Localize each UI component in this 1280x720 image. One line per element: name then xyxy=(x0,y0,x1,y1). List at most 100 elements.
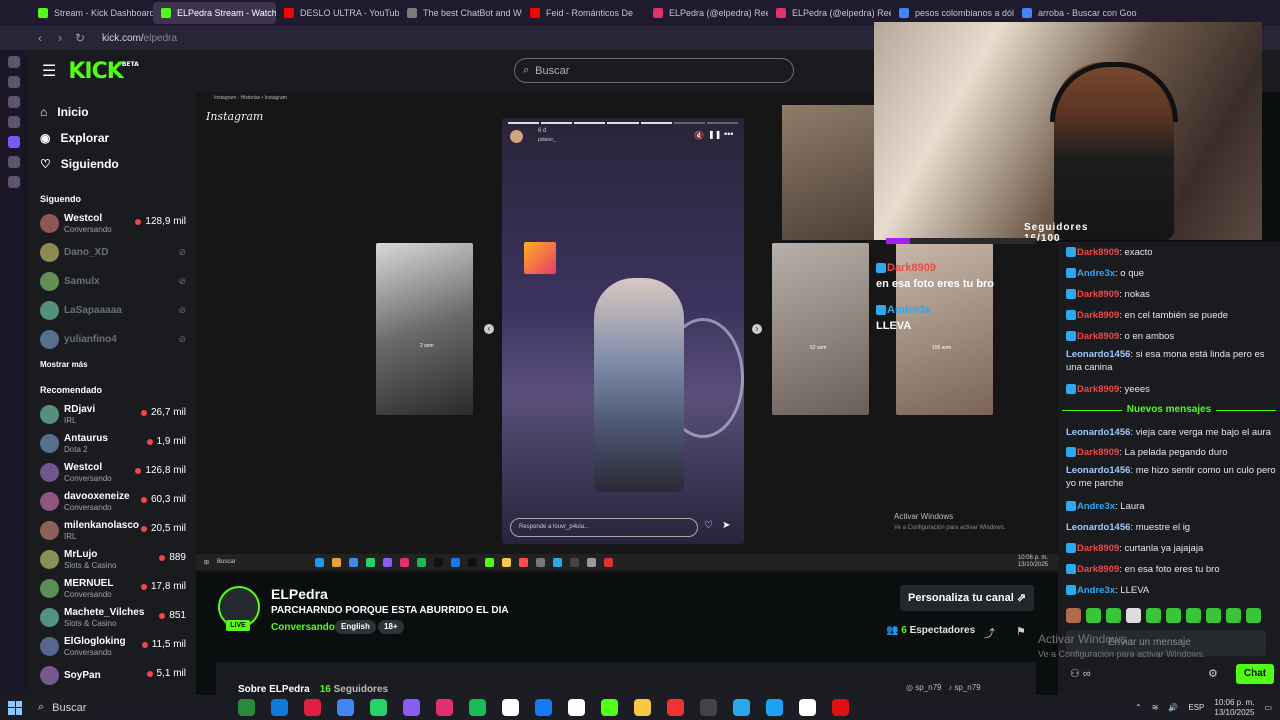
channel-item[interactable]: LaSapaaaaa ⊘ xyxy=(28,296,196,325)
customize-channel-button[interactable]: Personaliza tu canal ⇗ xyxy=(900,585,1034,611)
forward-icon[interactable]: › xyxy=(50,31,70,45)
taskbar-app-icon[interactable] xyxy=(535,699,552,716)
browser-tab[interactable]: Feid - Románticos De xyxy=(522,2,645,24)
emote-icon[interactable] xyxy=(1226,608,1241,623)
channel-item[interactable]: Westcol Conversando 128,9 mil xyxy=(28,209,196,238)
browser-tab[interactable]: DESLO ULTRA - YouTube xyxy=(276,2,399,24)
emote-icon[interactable] xyxy=(1086,608,1101,623)
taskbar-app-icon[interactable] xyxy=(700,699,717,716)
taskbar-app-icon[interactable] xyxy=(634,699,651,716)
app-icon[interactable] xyxy=(434,557,444,567)
age-tag[interactable]: 18+ xyxy=(378,620,404,634)
app-icon[interactable] xyxy=(519,557,529,567)
channel-item[interactable]: RDjavi IRL 26,7 mil xyxy=(28,400,196,429)
browser-tab[interactable]: The best ChatBot and Website xyxy=(399,2,522,24)
app-icon[interactable] xyxy=(400,557,410,567)
language-indicator[interactable]: ESP xyxy=(1188,703,1204,712)
emote-icon[interactable] xyxy=(1126,608,1141,623)
channel-item[interactable]: SoyPan 5,1 mil xyxy=(28,661,196,690)
browser-tab[interactable]: ELPedra (@elpedra) Reels xyxy=(768,2,891,24)
mute-icon[interactable]: 🔇 xyxy=(694,131,704,140)
chat-send-button[interactable]: Chat xyxy=(1236,664,1274,684)
channel-item[interactable]: yulianfino4 ⊘ xyxy=(28,325,196,354)
channel-item[interactable]: milenkanolasco IRL 20,5 mil xyxy=(28,516,196,545)
taskbar-app-icon[interactable] xyxy=(667,699,684,716)
social-tiktok[interactable]: sp_n79 xyxy=(954,683,980,692)
taskbar-app-icon[interactable] xyxy=(403,699,420,716)
app-icon[interactable] xyxy=(570,557,580,567)
emote-icon[interactable] xyxy=(1166,608,1181,623)
panel-icon[interactable] xyxy=(8,136,20,148)
menu-icon[interactable]: ☰ xyxy=(42,61,56,81)
taskbar-app-icon[interactable] xyxy=(502,699,519,716)
chat-username[interactable]: Dark8909 xyxy=(1077,564,1119,575)
browser-tab[interactable]: arroba - Buscar con Google xyxy=(1014,2,1137,24)
emote-icon[interactable] xyxy=(1106,608,1121,623)
channel-item[interactable]: MERNUEL Conversando 17,8 mil xyxy=(28,574,196,603)
chat-username[interactable]: Leonardo1456 xyxy=(1066,427,1130,438)
more-icon[interactable]: ••• xyxy=(724,129,733,139)
channel-item[interactable]: MrLujo Slots & Casino 889 xyxy=(28,545,196,574)
nav-inicio[interactable]: ⌂ Inicio xyxy=(28,99,196,125)
chat-username[interactable]: Andre3x xyxy=(1077,585,1115,596)
taskbar-app-icon[interactable] xyxy=(436,699,453,716)
chat-username[interactable]: Leonardo1456 xyxy=(1066,465,1130,476)
app-icon[interactable] xyxy=(366,557,376,567)
taskbar-app-icon[interactable] xyxy=(271,699,288,716)
volume-icon[interactable]: 🔊 xyxy=(1168,703,1178,712)
pause-icon[interactable]: ❚❚ xyxy=(708,130,721,139)
taskbar-app-icon[interactable] xyxy=(832,699,849,716)
notification-icon[interactable]: ▭ xyxy=(1264,703,1272,712)
taskbar-app-icon[interactable] xyxy=(799,699,816,716)
video-player[interactable]: Instagram - Historias • Instagram Instag… xyxy=(196,22,1262,572)
chevron-up-icon[interactable]: ⌃ xyxy=(1135,703,1142,712)
channel-item[interactable]: Dano_XD ⊘ xyxy=(28,238,196,267)
story-reply-input[interactable]: Responde a louvr_p4ula... xyxy=(510,518,698,537)
taskbar-app-icon[interactable] xyxy=(733,699,750,716)
taskbar-app-icon[interactable] xyxy=(304,699,321,716)
browser-tab[interactable]: ELPedra Stream - Watch Live xyxy=(153,2,276,24)
social-links[interactable]: ◎ sp_n79 ♪ sp_n79 xyxy=(906,683,981,692)
reload-icon[interactable]: ↻ xyxy=(70,31,90,45)
app-icon[interactable] xyxy=(604,557,614,567)
follow-icon[interactable]: ⚑ xyxy=(1016,625,1026,638)
channel-item[interactable]: davooxeneize Conversando 60,3 mil xyxy=(28,487,196,516)
send-icon[interactable]: ➤ xyxy=(722,520,730,531)
nav-explorar[interactable]: ◉ Explorar xyxy=(28,125,196,151)
emote-icon[interactable] xyxy=(1066,608,1081,623)
start-icon[interactable] xyxy=(8,700,22,715)
panel-icon[interactable] xyxy=(8,176,20,188)
gear-icon[interactable]: ⚙ xyxy=(1208,667,1218,680)
channel-item[interactable]: Antaurus Dota 2 1,9 mil xyxy=(28,429,196,458)
share-icon[interactable]: ⤴ xyxy=(984,625,995,641)
address-bar[interactable]: kick.com/elpedra xyxy=(102,33,177,44)
emote-icon[interactable] xyxy=(1146,608,1161,623)
app-icon[interactable] xyxy=(451,557,461,567)
taskbar-app-icon[interactable] xyxy=(238,699,255,716)
taskbar-app-icon[interactable] xyxy=(469,699,486,716)
search-input[interactable]: ⌕ Buscar xyxy=(514,58,794,83)
taskbar-search[interactable]: ⌕ Buscar xyxy=(38,701,218,714)
chat-username[interactable]: Dark8909 xyxy=(1077,289,1119,300)
taskbar-app-icon[interactable] xyxy=(601,699,618,716)
app-icon[interactable] xyxy=(536,557,546,567)
taskbar-app-icon[interactable] xyxy=(337,699,354,716)
channel-item[interactable]: Samulx ⊘ xyxy=(28,267,196,296)
chat-username[interactable]: Leonardo1456 xyxy=(1066,522,1130,533)
kick-logo[interactable]: KICK BETA xyxy=(68,59,138,84)
panel-icon[interactable] xyxy=(8,76,20,88)
channel-name[interactable]: ELPedra xyxy=(271,586,328,602)
app-icon[interactable] xyxy=(349,557,359,567)
chat-username[interactable]: Dark8909 xyxy=(1077,247,1119,258)
stream-category[interactable]: Conversando xyxy=(271,622,335,633)
emote-icon[interactable] xyxy=(1186,608,1201,623)
chat-username[interactable]: Dark8909 xyxy=(1077,447,1119,458)
app-icon[interactable] xyxy=(485,557,495,567)
chat-username[interactable]: Andre3x xyxy=(1077,268,1115,279)
chat-username[interactable]: Dark8909 xyxy=(1077,331,1119,342)
chat-username[interactable]: Leonardo1456 xyxy=(1066,349,1130,360)
panel-icon[interactable] xyxy=(8,56,20,68)
back-icon[interactable]: ‹ xyxy=(30,31,50,45)
channel-item[interactable]: Westcol Conversando 126,8 mil xyxy=(28,458,196,487)
wifi-icon[interactable]: ≋ xyxy=(1152,703,1159,712)
